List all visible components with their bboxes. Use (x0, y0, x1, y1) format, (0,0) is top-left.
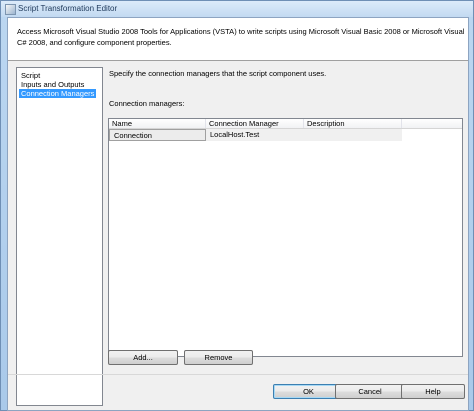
dialog-window: Script Transformation Editor Access Micr… (0, 0, 474, 411)
connection-managers-grid[interactable]: Name Connection Manager Description Conn… (108, 118, 463, 357)
ok-button[interactable]: OK (273, 384, 344, 399)
remove-button[interactable]: Remove (184, 350, 253, 365)
add-button[interactable]: Add... (108, 350, 178, 365)
app-icon (5, 4, 16, 15)
nav-item-inputs-and-outputs[interactable]: Inputs and Outputs (19, 80, 86, 89)
nav-item-connection-managers[interactable]: Connection Managers (19, 89, 97, 98)
footer-separator (8, 374, 468, 375)
description-header: Access Microsoft Visual Studio 2008 Tool… (8, 18, 468, 61)
nav-item-script[interactable]: Script (19, 71, 42, 80)
help-button[interactable]: Help (401, 384, 465, 399)
column-header-description[interactable]: Description (304, 119, 402, 128)
grid-header: Name Connection Manager Description (109, 119, 462, 129)
cell-connection-manager[interactable]: LocalHost.Test (206, 129, 304, 141)
connection-managers-label: Connection managers: (109, 99, 185, 108)
dialog-client-area: Access Microsoft Visual Studio 2008 Tool… (7, 17, 469, 411)
cancel-button[interactable]: Cancel (335, 384, 405, 399)
page-navigation-list: Script Inputs and Outputs Connection Man… (16, 67, 103, 406)
column-header-connection-manager[interactable]: Connection Manager (206, 119, 304, 128)
cell-description[interactable] (304, 129, 402, 141)
column-header-name[interactable]: Name (109, 119, 206, 128)
table-row[interactable]: Connection LocalHost.Test (109, 129, 402, 141)
title-bar[interactable]: Script Transformation Editor (1, 1, 473, 17)
cell-name[interactable]: Connection (109, 129, 206, 141)
window-title: Script Transformation Editor (18, 4, 118, 13)
page-description: Specify the connection managers that the… (109, 69, 327, 78)
header-description: Access Microsoft Visual Studio 2008 Tool… (17, 27, 465, 47)
